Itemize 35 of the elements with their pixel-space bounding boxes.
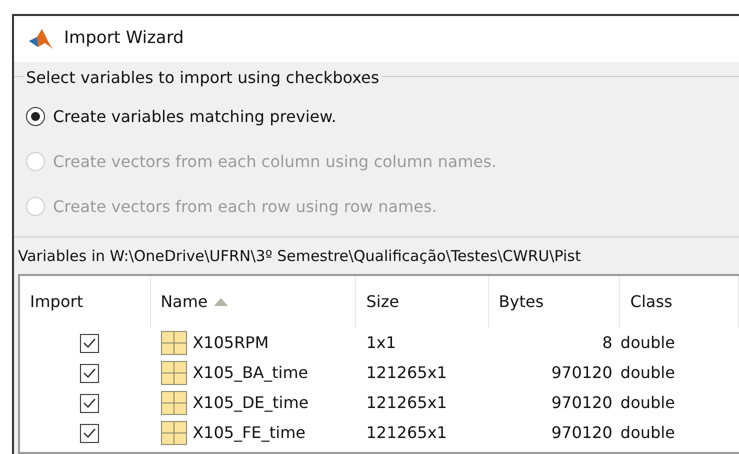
checkbox[interactable] [80, 364, 99, 382]
table-grid-icon [160, 361, 187, 385]
radio-button[interactable] [26, 107, 45, 126]
table-cell-text: 970120 [551, 392, 612, 414]
table-grid-icon [160, 331, 187, 355]
column-header[interactable]: Bytes [498, 290, 544, 314]
table-cell-text: 1x1 [366, 332, 396, 354]
column-header[interactable]: Name [160, 290, 208, 314]
table-cell-text: X105RPM [192, 332, 269, 354]
table-cell-text: 970120 [551, 422, 612, 444]
path-label: Variables in W:\OneDrive\UFRN\3º Semestre\Qualificação\Testes\CWRU\Pist [17, 246, 582, 267]
table-cell-text: X105_FE_time [192, 422, 306, 444]
table-cell-text: double [620, 392, 675, 414]
column-header[interactable]: Class [630, 290, 672, 314]
table-cell-text: double [620, 362, 675, 384]
sort-ascending-icon [214, 298, 228, 306]
table-grid-icon [160, 421, 187, 445]
checkbox[interactable] [80, 334, 99, 352]
checkbox[interactable] [80, 394, 99, 412]
table-cell-text: double [620, 332, 675, 354]
app-logo-icon [28, 27, 54, 51]
column-header[interactable]: Size [366, 290, 400, 314]
column-header[interactable]: Import [30, 290, 84, 314]
table-cell-text: 970120 [551, 362, 612, 384]
table-cell-text: 121265x1 [366, 392, 447, 414]
table-cell-text: double [620, 422, 675, 444]
table-cell-text: X105_DE_time [192, 392, 309, 414]
table-cell-text: 121265x1 [366, 362, 447, 384]
checkbox[interactable] [80, 424, 99, 442]
table-cell-text: 8 [602, 332, 612, 354]
table-cell-text: X105_BA_time [192, 362, 308, 384]
table-cell-text: 121265x1 [366, 422, 447, 444]
table-grid-icon [160, 391, 187, 415]
option-label[interactable]: Create variables matching preview. [53, 104, 336, 128]
window-title: Import Wizard [64, 27, 184, 50]
